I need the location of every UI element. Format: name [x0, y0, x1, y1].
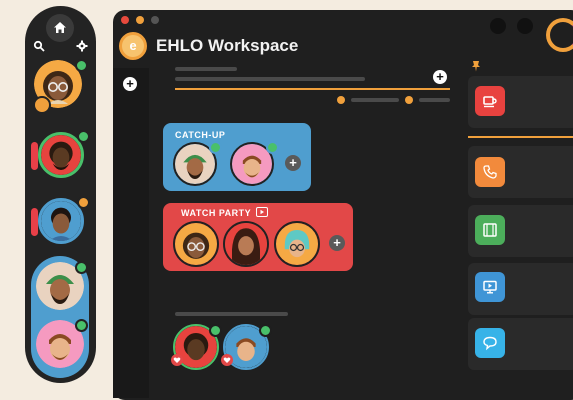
placeholder-line	[175, 77, 365, 81]
camera-dot	[517, 18, 533, 34]
profile-ring[interactable]	[546, 18, 573, 52]
pin-icon	[472, 61, 480, 72]
film-icon	[483, 223, 497, 237]
screen-share-tile[interactable]	[475, 272, 505, 302]
play-icon	[256, 207, 268, 217]
online-status-dot	[75, 261, 88, 274]
coffee-icon	[483, 96, 497, 108]
online-status-dot	[209, 324, 222, 337]
online-status-dot	[77, 130, 90, 143]
placeholder-line	[419, 98, 450, 102]
add-participant-button[interactable]: +	[285, 155, 301, 171]
phone-icon	[483, 165, 497, 179]
film-tile[interactable]	[475, 215, 505, 245]
alert-indicator	[31, 142, 38, 170]
phone-tile[interactable]	[475, 157, 505, 187]
chat-tile[interactable]	[475, 328, 505, 358]
camera-dot	[490, 18, 506, 34]
screen-share-icon	[483, 280, 497, 294]
svg-text:e: e	[129, 38, 136, 53]
window-maximize-button[interactable]	[151, 16, 159, 24]
avatar[interactable]	[173, 221, 219, 267]
progress-dot	[405, 96, 413, 104]
search-icon[interactable]	[33, 40, 45, 52]
online-status-dot	[259, 324, 272, 337]
channel-column	[113, 68, 149, 398]
placeholder-line	[351, 98, 399, 102]
add-button[interactable]: +	[433, 70, 447, 84]
room-title: WATCH PARTY	[181, 208, 252, 218]
heart-icon	[171, 354, 183, 366]
workspace-title: EHLO Workspace	[156, 36, 299, 55]
away-status-dot	[77, 196, 90, 209]
people-rail	[25, 6, 96, 383]
online-status-dot	[75, 59, 88, 72]
placeholder-line	[175, 312, 288, 316]
placeholder-line	[175, 67, 237, 71]
room-title: CATCH-UP	[175, 130, 226, 140]
divider-line	[175, 88, 450, 90]
avatar[interactable]	[223, 221, 269, 267]
panel-divider	[468, 136, 573, 138]
add-channel-button[interactable]: +	[123, 77, 137, 91]
coffee-tile[interactable]	[475, 86, 505, 116]
online-status-dot	[266, 141, 279, 154]
progress-dot	[337, 96, 345, 104]
online-status-dot	[75, 319, 88, 332]
mini-avatar	[33, 96, 51, 114]
add-participant-button[interactable]: +	[329, 235, 345, 251]
gear-icon[interactable]	[76, 40, 88, 52]
home-icon	[54, 22, 66, 33]
ehlo-logo: e	[119, 32, 147, 60]
alert-indicator	[31, 208, 38, 236]
heart-icon	[221, 354, 233, 366]
online-status-dot	[209, 141, 222, 154]
chat-icon	[483, 336, 497, 351]
avatar[interactable]	[274, 221, 320, 267]
window-minimize-button[interactable]	[136, 16, 144, 24]
home-button[interactable]	[46, 14, 74, 42]
window-close-button[interactable]	[121, 16, 129, 24]
